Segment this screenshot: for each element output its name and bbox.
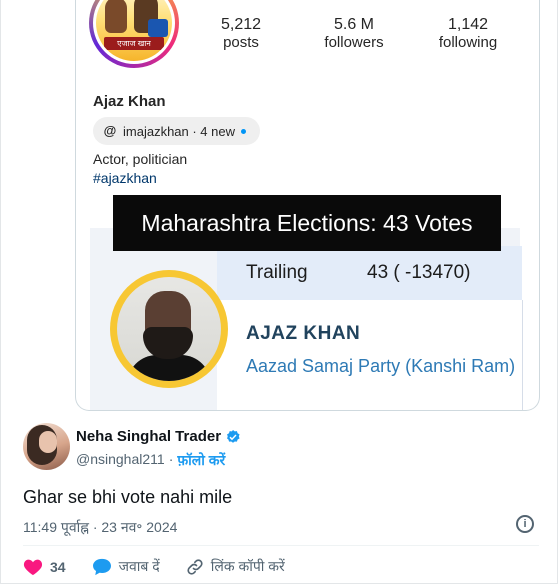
- election-result-card: Trailing 43 ( -13470) AJAZ KHAN Aazad Sa…: [90, 228, 523, 410]
- divider: [23, 545, 539, 546]
- verified-badge-icon: [227, 429, 240, 443]
- handle-separator: ·: [168, 451, 174, 467]
- author-handle[interactable]: @nsinghal211: [76, 451, 165, 470]
- tweet-timestamp[interactable]: 11:49 पूर्वाह्न · 23 नव॰ 2024: [23, 518, 177, 537]
- posts-stat: 5,212 posts: [210, 16, 272, 52]
- candidate-photo-ring: [110, 270, 228, 388]
- author-name-row[interactable]: Neha Singhal Trader: [76, 428, 241, 445]
- following-stat: 1,142 following: [426, 16, 510, 52]
- author-name[interactable]: Neha Singhal Trader: [76, 428, 221, 445]
- reply-label: जवाब दें: [118, 558, 160, 574]
- reply-button[interactable]: जवाब दें: [92, 557, 160, 576]
- caption-overlay: Maharashtra Elections: 43 Votes: [113, 195, 501, 251]
- followers-count: 5.6 M: [333, 16, 374, 33]
- link-icon: [187, 558, 203, 575]
- candidate-party: Aazad Samaj Party (Kanshi Ram): [246, 356, 516, 376]
- tweet-text: Ghar se bhi vote nahi mile: [23, 487, 233, 507]
- like-button[interactable]: 34: [23, 558, 66, 576]
- threads-badge: @ imajazkhan · 4 new: [93, 117, 260, 145]
- result-status-value: 43 ( -13470): [367, 262, 471, 283]
- following-count: 1,142: [447, 16, 489, 33]
- new-indicator-dot: [241, 128, 246, 134]
- info-icon[interactable]: i: [516, 515, 534, 533]
- party-logo-icon: [148, 19, 168, 37]
- followers-stat: 5.6 M followers: [312, 16, 396, 52]
- profile-avatar: एजाज खान: [96, 0, 172, 61]
- followers-label: followers: [324, 34, 384, 51]
- reply-bubble-icon: [92, 558, 111, 575]
- following-label: following: [438, 34, 498, 51]
- profile-avatar-ring: एजाज खान: [89, 0, 179, 68]
- profile-bio: Actor, politician: [93, 151, 188, 167]
- like-count: 34: [50, 558, 66, 575]
- posts-label: posts: [223, 34, 259, 51]
- result-status-label: Trailing: [246, 262, 308, 283]
- tweet-actions: 34 जवाब दें लिंक कॉपी करें: [23, 557, 311, 576]
- heart-icon: [23, 559, 43, 575]
- candidate-name: AJAZ KHAN: [246, 323, 361, 344]
- profile-hashtag: #ajazkhan: [93, 170, 157, 186]
- copy-link-button[interactable]: लिंक कॉपी करें: [186, 557, 285, 576]
- threads-handle: imajazkhan · 4 new: [123, 123, 235, 139]
- author-avatar[interactable]: [23, 423, 70, 470]
- follow-button[interactable]: फ़ॉलो करें: [177, 451, 225, 470]
- posts-count: 5,212: [220, 16, 262, 33]
- threads-icon: @: [103, 123, 117, 138]
- avatar-banner: एजाज खान: [104, 37, 164, 50]
- tweet-media-image[interactable]: एजाज खान 5,212 posts 5.6 M followers 1,1…: [75, 0, 540, 411]
- author-handle-row: @nsinghal211 · फ़ॉलो करें: [76, 451, 225, 470]
- copy-link-label: लिंक कॉपी करें: [210, 558, 285, 574]
- candidate-photo: [117, 277, 221, 381]
- profile-name: Ajaz Khan: [93, 93, 166, 110]
